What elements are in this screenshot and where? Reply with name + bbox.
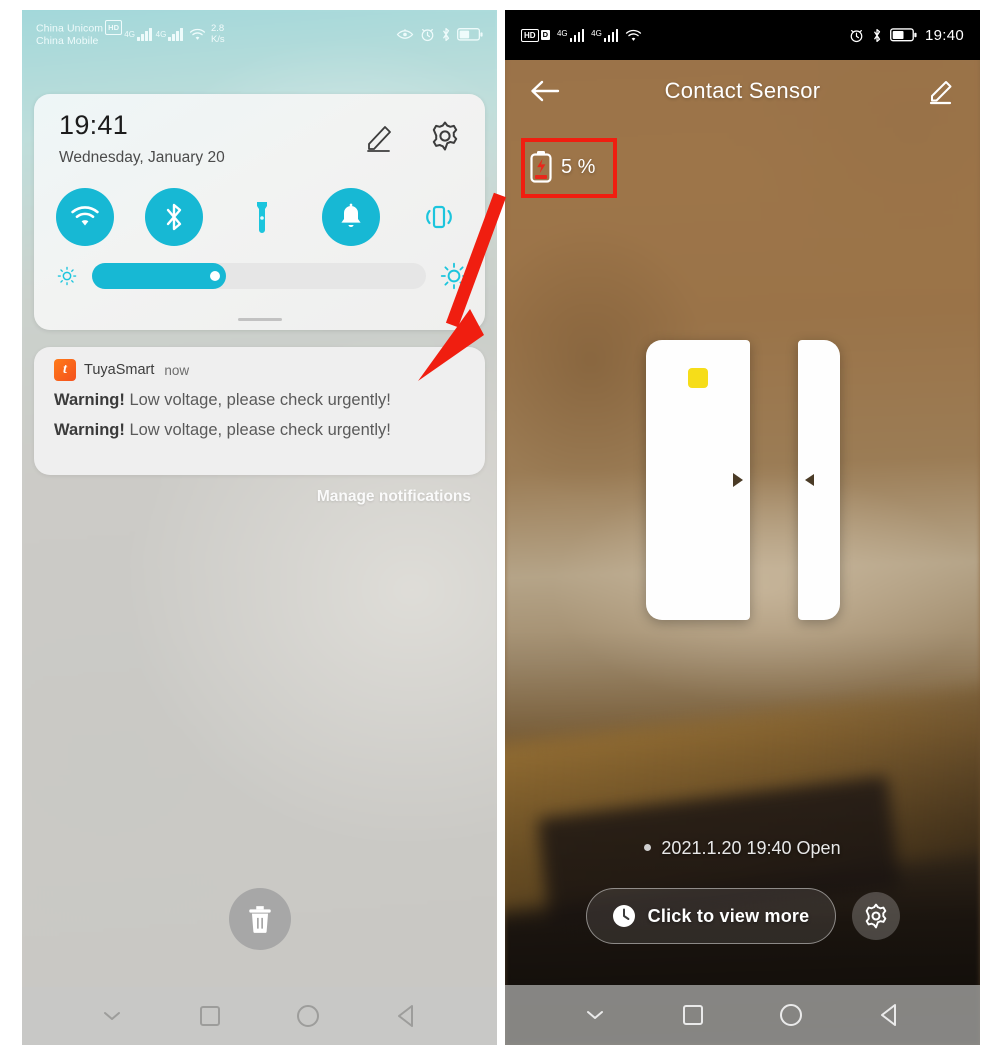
bell-icon [340, 203, 361, 227]
app-header: Contact Sensor [505, 60, 980, 122]
gear-icon [865, 903, 886, 929]
status-bar-clock: 19:40 [924, 26, 964, 44]
right-status-bar: HD D 4G 4G 19:40 [505, 10, 980, 60]
bottom-action-row: Click to view more [505, 888, 980, 944]
bluetooth-icon [873, 28, 881, 42]
back-triangle-icon[interactable] [394, 1003, 420, 1029]
brightness-slider-fill [92, 263, 226, 289]
bluetooth-icon [166, 203, 181, 231]
network-speed: 2.8 K/s [211, 23, 225, 45]
notification-line-text: Low voltage, please check urgently! [124, 391, 391, 409]
notification-line-text: Low voltage, please check urgently! [124, 420, 391, 439]
view-more-button[interactable]: Click to view more [585, 888, 836, 944]
data-badge: D [540, 30, 550, 40]
signal-1: 4G [124, 27, 152, 41]
wifi-icon [189, 28, 206, 40]
carrier-primary: China Unicom HD [36, 19, 123, 36]
battery-icon [889, 28, 917, 42]
left-status-icons [396, 27, 483, 42]
wifi-icon [71, 206, 99, 226]
manage-notifications-link[interactable]: Manage notifications [317, 488, 471, 506]
net-speed-unit: K/s [210, 34, 225, 45]
signal-bars-icon-1 [569, 28, 585, 42]
view-more-label: Click to view more [647, 905, 810, 926]
bluetooth-icon [442, 27, 450, 41]
qs-clock: 19:41 [59, 110, 129, 140]
network-type-1-label: 4G [556, 28, 568, 38]
brightness-slider[interactable] [92, 263, 426, 289]
left-phone-screen: China Unicom HD China Mobile 4G 4G 2.8 K/… [22, 10, 497, 1045]
signal-bars-icon-2 [168, 27, 183, 41]
qs-tile-ring[interactable] [321, 188, 380, 246]
contact-sensor-illustration [645, 340, 840, 620]
notification-line-bold: Warning! [54, 420, 125, 439]
notification-app-name: TuyaSmart [84, 362, 155, 378]
qs-tile-bluetooth[interactable] [144, 188, 203, 246]
battery-icon [457, 27, 483, 41]
network-type-2-label: 4G [155, 29, 167, 39]
hd-badge: HD [521, 28, 539, 42]
red-pointer-arrow [418, 192, 507, 381]
network-type-2-label: 4G [591, 28, 602, 38]
signal-1: 4G [556, 28, 585, 42]
circle-icon[interactable] [778, 1002, 804, 1028]
screenshot-canvas: China Unicom HD China Mobile 4G 4G 2.8 K/… [0, 0, 1000, 1053]
device-settings-button[interactable] [851, 892, 900, 940]
alarm-icon [421, 28, 434, 41]
square-icon[interactable] [681, 1003, 705, 1027]
trash-icon [248, 906, 271, 933]
carrier-secondary: China Mobile [36, 35, 99, 48]
left-navigation-bar [22, 987, 497, 1045]
chevron-down-icon[interactable] [99, 1003, 125, 1029]
right-navigation-bar [505, 985, 980, 1045]
alarm-icon [850, 29, 863, 42]
carrier-names: China Unicom HD China Mobile [36, 19, 123, 49]
page-title: Contact Sensor [664, 78, 821, 103]
pencil-icon[interactable] [363, 120, 397, 154]
wifi-icon [626, 29, 642, 41]
chevron-down-icon[interactable] [582, 1002, 608, 1028]
notification-line-bold: Warning! [54, 391, 125, 409]
signal-2: 4G [591, 28, 619, 42]
back-triangle-icon[interactable] [877, 1002, 903, 1028]
eye-off-icon [396, 28, 414, 39]
signal-bars-icon-1 [137, 27, 152, 41]
carrier-primary-label: China Unicom [36, 22, 104, 35]
notification-time: now [164, 362, 190, 378]
sensor-led-indicator [687, 368, 708, 388]
gear-icon[interactable] [429, 120, 461, 152]
device-status-line: 2021.1.20 19:40 Open [505, 838, 980, 859]
right-status-icons: 19:40 [849, 27, 964, 44]
status-dot [644, 844, 652, 851]
brightness-slider-knob[interactable] [209, 271, 220, 281]
alignment-marker-left-icon [804, 474, 814, 486]
qs-tile-wifi[interactable] [56, 188, 114, 246]
square-icon[interactable] [198, 1004, 222, 1028]
clear-all-notifications-button[interactable] [228, 888, 291, 950]
network-type-1-label: 4G [124, 29, 136, 39]
device-status-text: 2021.1.20 19:40 Open [661, 838, 841, 858]
back-arrow-icon[interactable] [529, 78, 561, 104]
net-speed-value: 2.8 [210, 23, 225, 34]
signal-bars-icon-2 [603, 28, 619, 42]
contact-sensor-body [645, 340, 750, 620]
notification-line: Warning! Low voltage, please check urgen… [34, 420, 485, 441]
panel-drag-handle[interactable] [237, 318, 282, 321]
left-status-bar: China Unicom HD China Mobile 4G 4G 2.8 K/… [22, 10, 497, 58]
hd-badge: HD [105, 19, 123, 35]
qs-tile-flashlight[interactable] [233, 188, 291, 246]
signal-2: 4G [155, 27, 183, 41]
contact-sensor-magnet [797, 340, 840, 620]
alignment-marker-right-icon [732, 473, 743, 487]
brightness-low-icon [57, 266, 77, 286]
pencil-icon[interactable] [926, 76, 956, 106]
qs-date: Wednesday, January 20 [59, 149, 225, 166]
flashlight-icon [257, 202, 267, 233]
tuyasmart-app-icon: t [54, 359, 76, 381]
clock-icon [612, 905, 635, 927]
red-highlight-box [521, 138, 617, 198]
right-phone-screen: HD D 4G 4G 19:40 Contact Sensor 5 % 2021… [505, 10, 980, 1045]
circle-icon[interactable] [295, 1003, 321, 1029]
